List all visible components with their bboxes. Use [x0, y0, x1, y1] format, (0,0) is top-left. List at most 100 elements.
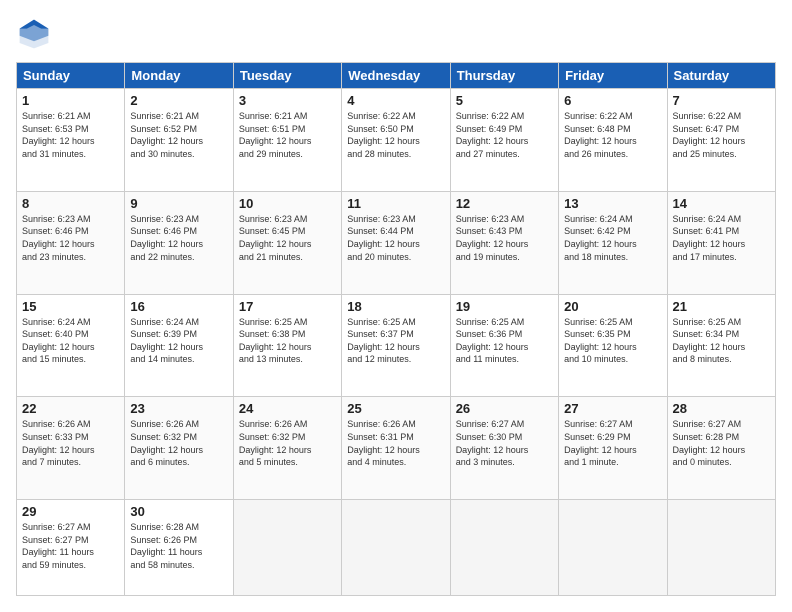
calendar-week-row: 1 Sunrise: 6:21 AMSunset: 6:53 PMDaylight… — [17, 89, 776, 192]
calendar-cell: 17 Sunrise: 6:25 AMSunset: 6:38 PMDayligh… — [233, 294, 341, 397]
cell-info: Sunrise: 6:26 AMSunset: 6:32 PMDaylight:… — [130, 418, 227, 468]
cell-info: Sunrise: 6:25 AMSunset: 6:38 PMDaylight:… — [239, 316, 336, 366]
day-number: 28 — [673, 401, 770, 416]
weekday-header: Friday — [559, 63, 667, 89]
page: SundayMondayTuesdayWednesdayThursdayFrid… — [0, 0, 792, 612]
cell-info: Sunrise: 6:27 AMSunset: 6:28 PMDaylight:… — [673, 418, 770, 468]
day-number: 6 — [564, 93, 661, 108]
day-number: 30 — [130, 504, 227, 519]
weekday-header: Wednesday — [342, 63, 450, 89]
cell-info: Sunrise: 6:22 AMSunset: 6:49 PMDaylight:… — [456, 110, 553, 160]
cell-info: Sunrise: 6:27 AMSunset: 6:30 PMDaylight:… — [456, 418, 553, 468]
calendar-week-row: 29 Sunrise: 6:27 AMSunset: 6:27 PMDayligh… — [17, 500, 776, 596]
cell-info: Sunrise: 6:23 AMSunset: 6:43 PMDaylight:… — [456, 213, 553, 263]
cell-info: Sunrise: 6:21 AMSunset: 6:51 PMDaylight:… — [239, 110, 336, 160]
cell-info: Sunrise: 6:25 AMSunset: 6:36 PMDaylight:… — [456, 316, 553, 366]
logo-icon — [16, 16, 52, 52]
day-number: 3 — [239, 93, 336, 108]
cell-info: Sunrise: 6:25 AMSunset: 6:34 PMDaylight:… — [673, 316, 770, 366]
calendar-cell: 21 Sunrise: 6:25 AMSunset: 6:34 PMDayligh… — [667, 294, 775, 397]
day-number: 2 — [130, 93, 227, 108]
day-number: 26 — [456, 401, 553, 416]
calendar-cell: 10 Sunrise: 6:23 AMSunset: 6:45 PMDayligh… — [233, 191, 341, 294]
calendar-week-row: 15 Sunrise: 6:24 AMSunset: 6:40 PMDayligh… — [17, 294, 776, 397]
cell-info: Sunrise: 6:23 AMSunset: 6:45 PMDaylight:… — [239, 213, 336, 263]
day-number: 13 — [564, 196, 661, 211]
cell-info: Sunrise: 6:25 AMSunset: 6:37 PMDaylight:… — [347, 316, 444, 366]
cell-info: Sunrise: 6:24 AMSunset: 6:39 PMDaylight:… — [130, 316, 227, 366]
cell-info: Sunrise: 6:23 AMSunset: 6:46 PMDaylight:… — [22, 213, 119, 263]
calendar-week-row: 22Sunrise: 6:26 AMSunset: 6:33 PMDayligh… — [17, 397, 776, 500]
cell-info: Sunrise: 6:22 AMSunset: 6:50 PMDaylight:… — [347, 110, 444, 160]
calendar-cell: 8 Sunrise: 6:23 AMSunset: 6:46 PMDaylight… — [17, 191, 125, 294]
weekday-header: Sunday — [17, 63, 125, 89]
day-number: 24 — [239, 401, 336, 416]
calendar-cell: 18Sunrise: 6:25 AMSunset: 6:37 PMDayligh… — [342, 294, 450, 397]
day-number: 20 — [564, 299, 661, 314]
calendar-cell: 20 Sunrise: 6:25 AMSunset: 6:35 PMDayligh… — [559, 294, 667, 397]
cell-info: Sunrise: 6:24 AMSunset: 6:40 PMDaylight:… — [22, 316, 119, 366]
calendar-cell: 9 Sunrise: 6:23 AMSunset: 6:46 PMDaylight… — [125, 191, 233, 294]
day-number: 4 — [347, 93, 444, 108]
day-number: 17 — [239, 299, 336, 314]
cell-info: Sunrise: 6:26 AMSunset: 6:33 PMDaylight:… — [22, 418, 119, 468]
day-number: 10 — [239, 196, 336, 211]
calendar-cell — [342, 500, 450, 596]
day-number: 1 — [22, 93, 119, 108]
day-number: 12 — [456, 196, 553, 211]
calendar-cell: 30 Sunrise: 6:28 AMSunset: 6:26 PMDayligh… — [125, 500, 233, 596]
calendar-cell: 12 Sunrise: 6:23 AMSunset: 6:43 PMDayligh… — [450, 191, 558, 294]
cell-info: Sunrise: 6:22 AMSunset: 6:48 PMDaylight:… — [564, 110, 661, 160]
calendar-cell: 2 Sunrise: 6:21 AMSunset: 6:52 PMDaylight… — [125, 89, 233, 192]
day-number: 19 — [456, 299, 553, 314]
cell-info: Sunrise: 6:28 AMSunset: 6:26 PMDaylight:… — [130, 521, 227, 571]
weekday-header: Tuesday — [233, 63, 341, 89]
calendar-cell: 29 Sunrise: 6:27 AMSunset: 6:27 PMDayligh… — [17, 500, 125, 596]
weekday-header: Saturday — [667, 63, 775, 89]
calendar-cell: 3 Sunrise: 6:21 AMSunset: 6:51 PMDaylight… — [233, 89, 341, 192]
calendar-cell: 28 Sunrise: 6:27 AMSunset: 6:28 PMDayligh… — [667, 397, 775, 500]
calendar-cell: 7 Sunrise: 6:22 AMSunset: 6:47 PMDaylight… — [667, 89, 775, 192]
day-number: 5 — [456, 93, 553, 108]
weekday-header: Monday — [125, 63, 233, 89]
header — [16, 16, 776, 52]
day-number: 8 — [22, 196, 119, 211]
day-number: 14 — [673, 196, 770, 211]
calendar-cell — [450, 500, 558, 596]
day-number: 29 — [22, 504, 119, 519]
weekday-header: Thursday — [450, 63, 558, 89]
calendar-week-row: 8 Sunrise: 6:23 AMSunset: 6:46 PMDaylight… — [17, 191, 776, 294]
calendar-cell: 24Sunrise: 6:26 AMSunset: 6:32 PMDayligh… — [233, 397, 341, 500]
calendar-cell: 16Sunrise: 6:24 AMSunset: 6:39 PMDayligh… — [125, 294, 233, 397]
calendar-cell: 26 Sunrise: 6:27 AMSunset: 6:30 PMDayligh… — [450, 397, 558, 500]
logo — [16, 16, 56, 52]
day-number: 11 — [347, 196, 444, 211]
calendar-cell: 25Sunrise: 6:26 AMSunset: 6:31 PMDayligh… — [342, 397, 450, 500]
calendar-cell: 13 Sunrise: 6:24 AMSunset: 6:42 PMDayligh… — [559, 191, 667, 294]
cell-info: Sunrise: 6:27 AMSunset: 6:27 PMDaylight:… — [22, 521, 119, 571]
calendar-cell: 19 Sunrise: 6:25 AMSunset: 6:36 PMDayligh… — [450, 294, 558, 397]
calendar-cell — [233, 500, 341, 596]
calendar-cell: 11 Sunrise: 6:23 AMSunset: 6:44 PMDayligh… — [342, 191, 450, 294]
day-number: 9 — [130, 196, 227, 211]
day-number: 7 — [673, 93, 770, 108]
cell-info: Sunrise: 6:23 AMSunset: 6:46 PMDaylight:… — [130, 213, 227, 263]
calendar-table: SundayMondayTuesdayWednesdayThursdayFrid… — [16, 62, 776, 596]
day-number: 21 — [673, 299, 770, 314]
cell-info: Sunrise: 6:21 AMSunset: 6:53 PMDaylight:… — [22, 110, 119, 160]
cell-info: Sunrise: 6:24 AMSunset: 6:42 PMDaylight:… — [564, 213, 661, 263]
cell-info: Sunrise: 6:21 AMSunset: 6:52 PMDaylight:… — [130, 110, 227, 160]
cell-info: Sunrise: 6:27 AMSunset: 6:29 PMDaylight:… — [564, 418, 661, 468]
day-number: 27 — [564, 401, 661, 416]
calendar-cell: 15 Sunrise: 6:24 AMSunset: 6:40 PMDayligh… — [17, 294, 125, 397]
cell-info: Sunrise: 6:23 AMSunset: 6:44 PMDaylight:… — [347, 213, 444, 263]
calendar-cell: 14Sunrise: 6:24 AMSunset: 6:41 PMDayligh… — [667, 191, 775, 294]
cell-info: Sunrise: 6:25 AMSunset: 6:35 PMDaylight:… — [564, 316, 661, 366]
cell-info: Sunrise: 6:22 AMSunset: 6:47 PMDaylight:… — [673, 110, 770, 160]
day-number: 23 — [130, 401, 227, 416]
calendar-cell: 22Sunrise: 6:26 AMSunset: 6:33 PMDayligh… — [17, 397, 125, 500]
day-number: 15 — [22, 299, 119, 314]
calendar-cell: 4 Sunrise: 6:22 AMSunset: 6:50 PMDaylight… — [342, 89, 450, 192]
calendar-cell — [559, 500, 667, 596]
day-number: 25 — [347, 401, 444, 416]
